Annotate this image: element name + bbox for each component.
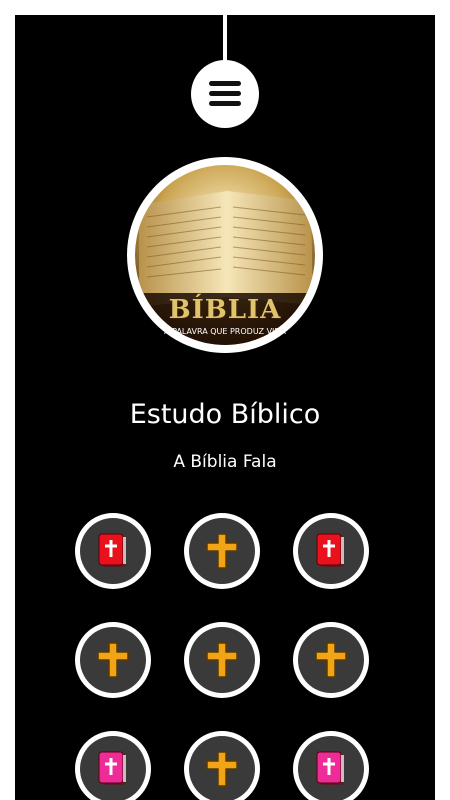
hamburger-menu-icon	[209, 81, 241, 106]
grid-button-face	[298, 627, 364, 693]
app-subtitle: A Bíblia Fala	[173, 452, 277, 472]
grid-button-face	[189, 518, 255, 584]
cross-icon	[206, 751, 238, 787]
grid-button-face	[80, 627, 146, 693]
grid-button-face	[189, 627, 255, 693]
grid-button-4[interactable]	[75, 622, 151, 698]
grid-button-face	[80, 518, 146, 584]
avatar-wordmark: BÍBLIA	[168, 295, 282, 325]
grid-button-7[interactable]	[75, 731, 151, 800]
grid-button-face	[298, 518, 364, 584]
cross-icon	[315, 642, 347, 678]
grid-button-face	[80, 736, 146, 800]
avatar-slogan: A PALAVRA QUE PRODUZ VIDA	[164, 327, 286, 336]
cross-icon	[97, 642, 129, 678]
bible-book-icon	[98, 751, 126, 785]
bible-avatar: BÍBLIA A PALAVRA QUE PRODUZ VIDA	[127, 157, 323, 353]
cross-icon	[206, 642, 238, 678]
bible-book-icon	[316, 751, 344, 785]
grid-button-5[interactable]	[184, 622, 260, 698]
grid-button-6[interactable]	[293, 622, 369, 698]
grid-button-8[interactable]	[184, 731, 260, 800]
app-title: Estudo Bíblico	[129, 399, 321, 430]
grid-button-2[interactable]	[184, 513, 260, 589]
grid-button-1[interactable]	[75, 513, 151, 589]
bible-book-icon	[316, 533, 344, 567]
menu-hanger-line	[223, 15, 227, 65]
grid-button-9[interactable]	[293, 731, 369, 800]
grid-button-face	[298, 736, 364, 800]
menu-button[interactable]	[191, 60, 259, 128]
grid-button-3[interactable]	[293, 513, 369, 589]
bible-book-icon	[98, 533, 126, 567]
cross-icon	[206, 533, 238, 569]
grid-button-face	[189, 736, 255, 800]
app-screen: BÍBLIA A PALAVRA QUE PRODUZ VIDA Estudo …	[15, 15, 435, 800]
